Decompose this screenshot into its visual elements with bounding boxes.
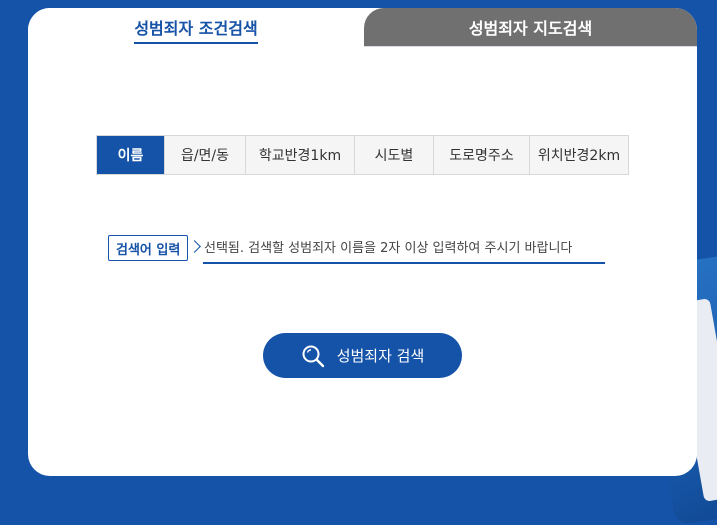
search-type-selector: 이름 읍/면/동 학교반경1km 시도별 도로명주소 위치반경2km: [96, 135, 629, 175]
tab-map-search[interactable]: 성범죄자 지도검색: [364, 8, 697, 46]
search-type-school-radius-label: 학교반경1km: [258, 148, 342, 164]
tab-map-search-label: 성범죄자 지도검색: [468, 19, 593, 38]
search-type-town[interactable]: 읍/면/동: [165, 136, 246, 174]
search-input-label: 검색어 입력: [108, 235, 189, 261]
search-type-name[interactable]: 이름: [97, 136, 165, 174]
search-button-label: 성범죄자 검색: [336, 347, 425, 365]
tab-condition-search[interactable]: 성범죄자 조건검색: [28, 8, 364, 46]
tab-active-underline-cover: [28, 45, 364, 47]
search-icon: [302, 345, 324, 367]
search-type-school-radius[interactable]: 학교반경1km: [246, 136, 355, 174]
search-tabs: 성범죄자 조건검색 성범죄자 지도검색: [28, 8, 697, 46]
search-type-name-label: 이름: [117, 148, 144, 164]
search-row: 검색어 입력: [108, 234, 608, 264]
search-type-road-address[interactable]: 도로명주소: [434, 136, 530, 174]
search-type-road-address-label: 도로명주소: [449, 148, 514, 164]
search-type-town-label: 읍/면/동: [180, 148, 230, 164]
search-button[interactable]: 성범죄자 검색: [263, 333, 462, 378]
search-type-location-radius-label: 위치반경2km: [537, 148, 621, 164]
search-type-province[interactable]: 시도별: [355, 136, 434, 174]
search-label-arrow: [188, 240, 201, 253]
search-input[interactable]: [203, 234, 605, 264]
search-input-label-text: 검색어 입력: [116, 242, 181, 258]
search-panel: 성범죄자 조건검색 성범죄자 지도검색 이름 읍/면/동 학교반경1km 시도별…: [28, 8, 697, 476]
search-type-province-label: 시도별: [374, 148, 414, 164]
search-type-location-radius[interactable]: 위치반경2km: [530, 136, 628, 174]
tab-condition-search-label: 성범죄자 조건검색: [134, 15, 258, 44]
